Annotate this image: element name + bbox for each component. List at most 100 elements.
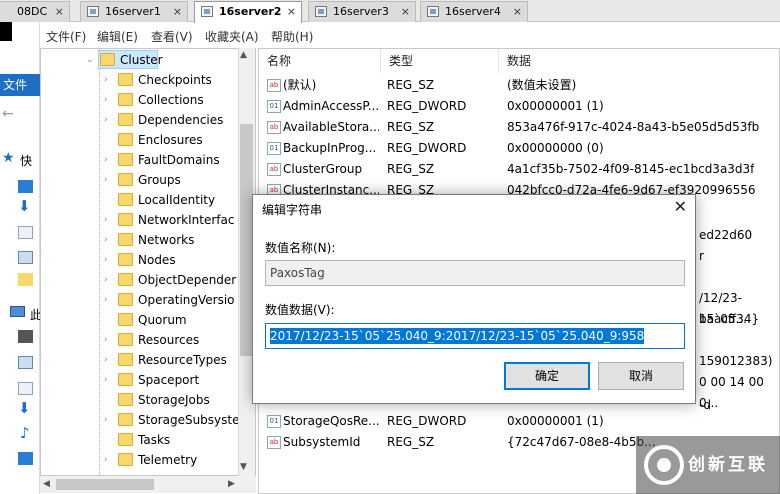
chevron-right-icon[interactable]: › bbox=[104, 230, 116, 250]
menu-file[interactable]: 文件(F) bbox=[46, 26, 86, 48]
download-icon[interactable]: ⬇ bbox=[18, 197, 31, 215]
chevron-right-icon[interactable]: › bbox=[104, 410, 116, 430]
binary-value-icon: 01 bbox=[267, 142, 281, 155]
menu-favorites[interactable]: 收藏夹(A) bbox=[205, 26, 259, 48]
scroll-up-icon[interactable]: ▲ bbox=[240, 50, 247, 60]
picture-icon[interactable] bbox=[18, 251, 33, 264]
chevron-right-icon[interactable]: › bbox=[104, 170, 116, 190]
folder-icon bbox=[118, 193, 133, 206]
document-icon[interactable] bbox=[18, 382, 33, 395]
folder-icon bbox=[118, 373, 133, 386]
table-row[interactable]: 01 BackupInProg... REG_DWORD 0x00000000 … bbox=[259, 138, 779, 159]
tab-16server1[interactable]: 16server1 × bbox=[80, 1, 188, 22]
file-menu-button[interactable]: 文件 bbox=[0, 74, 40, 96]
scroll-right-icon[interactable]: ▶ bbox=[228, 479, 235, 489]
watermark: 创新互联 bbox=[636, 436, 780, 494]
brand-logo-icon bbox=[644, 445, 684, 485]
table-row[interactable]: ab (默认) REG_SZ (数值未设置) bbox=[259, 75, 779, 96]
quick-access-label[interactable]: 快 bbox=[20, 152, 32, 169]
value-data-input[interactable]: 2017/12/23-15`05`25.040_9:2017/12/23-15`… bbox=[265, 323, 685, 349]
chevron-right-icon[interactable]: › bbox=[104, 270, 116, 290]
chevron-right-icon[interactable]: › bbox=[104, 330, 116, 350]
tree-hscroll-thumb[interactable] bbox=[56, 479, 154, 490]
close-icon[interactable]: × bbox=[55, 2, 64, 21]
folder-icon bbox=[118, 233, 133, 246]
folder-icon bbox=[118, 333, 133, 346]
vm-icon bbox=[315, 6, 327, 17]
folder-icon bbox=[118, 433, 133, 446]
scroll-left-icon[interactable]: ◀ bbox=[43, 479, 50, 489]
value-data-label: 数值数据(V): bbox=[265, 303, 335, 317]
tab-08dc[interactable]: 08DC × bbox=[0, 1, 70, 22]
video-icon[interactable] bbox=[18, 330, 33, 343]
string-value-icon: ab bbox=[267, 79, 281, 92]
string-value-icon: ab bbox=[267, 163, 281, 176]
back-arrow-icon[interactable]: ← bbox=[2, 106, 14, 122]
chevron-right-icon[interactable]: › bbox=[104, 290, 116, 310]
music-icon[interactable]: ♪ bbox=[20, 424, 30, 442]
folder-icon bbox=[118, 133, 133, 146]
watermark-text: 创新互联 bbox=[688, 455, 768, 475]
column-header-type[interactable]: 类型 bbox=[381, 49, 499, 73]
column-header-data[interactable]: 数据 bbox=[499, 49, 779, 73]
folder-icon bbox=[118, 213, 133, 226]
chevron-right-icon[interactable]: › bbox=[104, 90, 116, 110]
value-name-label: 数值名称(N): bbox=[265, 241, 336, 255]
chevron-right-icon[interactable]: › bbox=[104, 450, 116, 470]
download-icon[interactable]: ⬇ bbox=[18, 399, 31, 417]
dialog-title: 编辑字符串 bbox=[262, 203, 323, 217]
cancel-button[interactable]: 取消 bbox=[598, 362, 684, 390]
chevron-right-icon[interactable]: › bbox=[104, 150, 116, 170]
string-value-icon: ab bbox=[267, 121, 281, 134]
vm-icon bbox=[427, 6, 439, 17]
column-header-name[interactable]: 名称 bbox=[259, 49, 381, 73]
chevron-right-icon[interactable]: › bbox=[104, 350, 116, 370]
menu-edit[interactable]: 编辑(E) bbox=[97, 26, 138, 48]
selected-text: 2017/12/23-15`05`25.040_9:2017/12/23-15`… bbox=[270, 328, 645, 344]
close-icon[interactable]: × bbox=[513, 2, 522, 21]
chevron-right-icon[interactable]: › bbox=[104, 370, 116, 390]
folder-icon bbox=[100, 53, 115, 66]
scroll-down-icon[interactable]: ▼ bbox=[240, 462, 247, 472]
close-icon[interactable]: × bbox=[287, 2, 296, 21]
close-icon[interactable]: ✕ bbox=[674, 197, 687, 216]
window-edge bbox=[0, 22, 12, 41]
folder-icon bbox=[118, 253, 133, 266]
vm-icon bbox=[87, 6, 99, 17]
ok-button[interactable]: 确定 bbox=[504, 362, 590, 390]
folder-icon bbox=[118, 93, 133, 106]
close-icon[interactable]: × bbox=[173, 2, 182, 21]
chevron-right-icon[interactable]: › bbox=[104, 250, 116, 270]
partial-data: r bbox=[699, 249, 704, 263]
folder-icon bbox=[118, 353, 133, 366]
chevron-right-icon[interactable]: › bbox=[104, 210, 116, 230]
edit-string-dialog: 编辑字符串 ✕ 数值名称(N): PaxosTag 数值数据(V): 2017/… bbox=[252, 194, 696, 404]
table-row[interactable]: ab AvailableStora... REG_SZ 853a476f-917… bbox=[259, 117, 779, 138]
value-name-field: PaxosTag bbox=[265, 260, 685, 286]
desktop-icon[interactable] bbox=[18, 180, 33, 193]
desktop-icon[interactable] bbox=[18, 452, 33, 465]
table-row[interactable]: 01 StorageQosRe... REG_DWORD 0x00000001 … bbox=[259, 411, 779, 432]
document-icon[interactable] bbox=[18, 226, 33, 239]
chevron-right-icon[interactable]: › bbox=[104, 70, 116, 90]
folder-icon bbox=[118, 393, 133, 406]
close-icon[interactable]: × bbox=[401, 2, 410, 21]
chevron-down-icon[interactable]: ⌄ bbox=[86, 50, 98, 70]
folder-icon[interactable] bbox=[18, 273, 33, 286]
star-icon: ★ bbox=[2, 150, 15, 166]
tab-bar: 08DC × 16server1 × 16server2 × 16server3… bbox=[0, 0, 780, 23]
picture-icon[interactable] bbox=[18, 356, 33, 369]
menu-help[interactable]: 帮助(H) bbox=[271, 26, 313, 48]
table-row[interactable]: 01 AdminAccessP... REG_DWORD 0x00000001 … bbox=[259, 96, 779, 117]
chevron-right-icon[interactable]: › bbox=[104, 110, 116, 130]
partial-data: ed22d60 bbox=[699, 228, 753, 242]
table-row[interactable]: ab ClusterGroup REG_SZ 4a1cf35b-7502-4f0… bbox=[259, 159, 779, 180]
tab-16server4[interactable]: 16server4 × bbox=[420, 1, 528, 22]
folder-icon bbox=[118, 73, 133, 86]
tab-label: 16server1 bbox=[105, 5, 161, 18]
folder-icon bbox=[118, 413, 133, 426]
partial-data: 0 00 14 00 0... bbox=[699, 375, 764, 410]
tab-16server2[interactable]: 16server2 × bbox=[194, 1, 302, 23]
tab-16server3[interactable]: 16server3 × bbox=[308, 1, 416, 22]
menu-view[interactable]: 查看(V) bbox=[151, 26, 193, 48]
